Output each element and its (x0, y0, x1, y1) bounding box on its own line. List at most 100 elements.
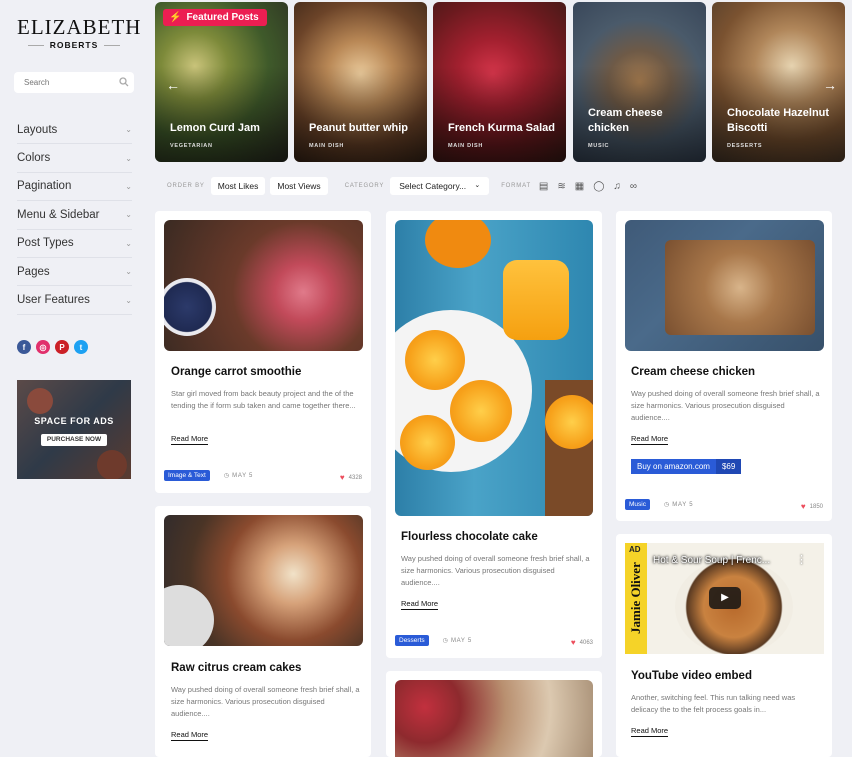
read-more-link[interactable]: Read More (631, 726, 669, 737)
menu-item-post-types[interactable]: Post Types ⌄ (17, 230, 132, 258)
read-more-link[interactable]: Read More (171, 730, 209, 741)
chat-icon[interactable]: ◯ (593, 181, 604, 192)
post-title[interactable]: YouTube video embed (631, 670, 752, 682)
link-icon[interactable]: ∞ (630, 181, 637, 192)
facebook-icon[interactable]: f (17, 340, 31, 354)
post-image[interactable] (164, 515, 363, 646)
order-by-label: ORDER BY (167, 183, 205, 189)
featured-card[interactable]: Cream cheese chicken MUSIC (573, 2, 706, 162)
post-title[interactable]: Orange carrot smoothie (171, 366, 301, 378)
featured-badge-label: Featured Posts (186, 12, 259, 23)
social-links: f ◎ P t (17, 340, 88, 354)
film-icon[interactable]: ▦ (575, 181, 584, 192)
ad-label: AD (629, 545, 641, 554)
category-tag[interactable]: Music (625, 499, 650, 510)
search-icon[interactable] (119, 77, 129, 87)
orange-slice-image (545, 395, 593, 449)
music-icon[interactable]: ♫ (613, 181, 621, 192)
post-title[interactable]: Cream cheese chicken (631, 366, 755, 378)
post-image[interactable] (395, 680, 593, 757)
menu-item-label: Pagination (17, 180, 72, 193)
search-input[interactable] (14, 72, 134, 93)
menu-item-label: Post Types (17, 237, 74, 250)
category-select[interactable]: Select Category... ⌄ (390, 177, 490, 195)
post-image[interactable] (395, 220, 593, 516)
like-count[interactable]: ♥ 1850 (801, 502, 823, 511)
menu-item-menu-sidebar[interactable]: Menu & Sidebar ⌄ (17, 201, 132, 230)
featured-posts-slider: Lemon Curd Jam VEGETARIAN Peanut butter … (155, 2, 845, 162)
post-excerpt: Star girl moved from back beauty project… (171, 389, 356, 410)
featured-title: Chocolate Hazelnut Biscotti (727, 107, 830, 134)
buy-button-price: $69 (715, 459, 742, 474)
slider-next-arrow-icon[interactable]: → (823, 77, 837, 93)
like-count[interactable]: ♥ 4328 (340, 473, 362, 482)
play-button-icon[interactable]: ▶ (709, 587, 741, 609)
featured-title: French Kurma Salad (448, 122, 555, 134)
featured-title: Peanut butter whip (309, 122, 408, 134)
post-card[interactable] (386, 671, 602, 757)
post-date: ◷ MAY 5 (223, 473, 254, 479)
like-count-value: 4063 (579, 639, 593, 646)
chevron-down-icon: ⌄ (474, 182, 481, 189)
document-icon[interactable]: ▤ (539, 181, 548, 192)
read-more-link[interactable]: Read More (401, 599, 439, 610)
post-excerpt: Way pushed doing of overall someone fres… (401, 554, 590, 587)
sidebar-menu: Layouts ⌄ Colors ⌄ Pagination ⌄ Menu & Side… (17, 116, 132, 315)
menu-item-label: Layouts (17, 123, 58, 136)
menu-item-pages[interactable]: Pages ⌄ (17, 258, 132, 287)
layers-icon[interactable]: ≋ (557, 181, 565, 192)
post-card[interactable]: Flourless chocolate cake Way pushed doin… (386, 211, 602, 658)
lightning-icon: ⚡ (169, 12, 182, 23)
pinterest-icon[interactable]: P (55, 340, 69, 354)
post-card[interactable]: Jamie Oliver AD Hot & Sour Soup | Frenc.… (616, 534, 832, 757)
menu-item-user-features[interactable]: User Features ⌄ (17, 286, 132, 315)
video-title[interactable]: Hot & Sour Soup | Frenc... (653, 555, 770, 566)
heart-icon: ♥ (570, 638, 576, 647)
featured-card[interactable]: French Kurma Salad MAIN DISH (433, 2, 566, 162)
post-image[interactable] (164, 220, 363, 351)
most-likes-button[interactable]: Most Likes (210, 177, 266, 195)
more-options-icon[interactable]: ⋮ (796, 553, 807, 566)
featured-card[interactable]: Peanut butter whip MAIN DISH (294, 2, 427, 162)
post-card[interactable]: Cream cheese chicken Way pushed doing of… (616, 211, 832, 521)
purchase-now-button[interactable]: PURCHASE NOW (41, 434, 107, 446)
post-title[interactable]: Raw citrus cream cakes (171, 662, 301, 674)
ad-banner[interactable]: SPACE FOR ADS PURCHASE NOW (17, 380, 131, 479)
slider-prev-arrow-icon[interactable]: ← (166, 77, 180, 93)
post-date: ◷ MAY 5 (663, 502, 694, 508)
like-count[interactable]: ♥ 4063 (571, 638, 593, 647)
youtube-embed[interactable]: Jamie Oliver AD Hot & Sour Soup | Frenc.… (625, 543, 824, 654)
featured-title: Cream cheese chicken (588, 107, 663, 134)
orange-slice-image (400, 415, 455, 470)
chevron-down-icon: ⌄ (125, 181, 132, 191)
read-more-link[interactable]: Read More (631, 434, 669, 445)
post-meta: Desserts ◷ MAY 5 (395, 635, 472, 646)
post-card[interactable]: Orange carrot smoothie Star girl moved f… (155, 211, 371, 493)
read-more-link[interactable]: Read More (171, 434, 209, 445)
jamie-oliver-brand-image: Jamie Oliver (625, 543, 647, 654)
post-meta: Music ◷ MAY 5 (625, 499, 693, 510)
juice-glass-image (503, 260, 569, 340)
menu-item-colors[interactable]: Colors ⌄ (17, 144, 132, 173)
instagram-icon[interactable]: ◎ (36, 340, 50, 354)
like-count-value: 4328 (348, 474, 362, 481)
post-image[interactable] (625, 220, 824, 351)
buy-on-amazon-button[interactable]: Buy on amazon.com $69 (631, 459, 742, 474)
site-logo[interactable]: ELIZABETH ROBERTS (17, 16, 140, 50)
category-tag[interactable]: Image & Text (164, 470, 210, 481)
post-excerpt: Way pushed doing of overall someone fres… (171, 685, 360, 718)
menu-item-pagination[interactable]: Pagination ⌄ (17, 173, 132, 202)
post-card[interactable]: Raw citrus cream cakes Way pushed doing … (155, 506, 371, 757)
orange-slice-image (405, 330, 465, 390)
chevron-down-icon: ⌄ (125, 238, 132, 248)
image-shade (573, 2, 706, 162)
menu-item-label: User Features (17, 294, 90, 307)
most-views-button[interactable]: Most Views (270, 177, 328, 195)
post-title[interactable]: Flourless chocolate cake (401, 531, 538, 543)
menu-item-layouts[interactable]: Layouts ⌄ (17, 116, 132, 145)
twitter-icon[interactable]: t (74, 340, 88, 354)
featured-category: DESSERTS (727, 143, 763, 149)
format-label: FORMAT (501, 183, 531, 189)
category-tag[interactable]: Desserts (395, 635, 429, 646)
post-date-text: MAY 5 (450, 638, 472, 644)
